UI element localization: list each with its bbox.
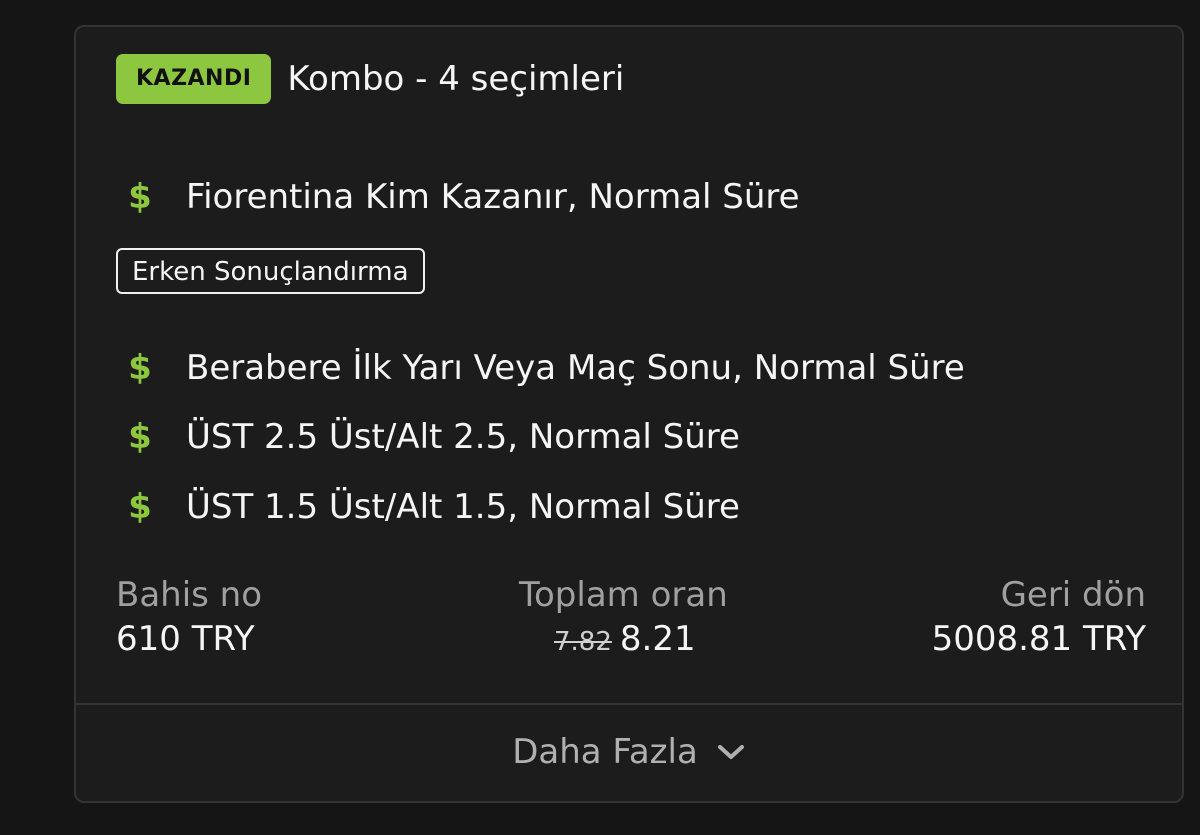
status-badge: KAZANDI [116, 54, 272, 104]
selection-item: $ ÜST 1.5 Üst/Alt 1.5, Normal Süre [126, 482, 740, 532]
new-odds: 8.21 [619, 619, 696, 659]
selection-label: ÜST 1.5 Üst/Alt 1.5, Normal Süre [186, 487, 740, 527]
bet-header: KAZANDI Kombo - 4 seçimleri [116, 54, 624, 104]
total-odds-value: 7.82 8.21 [554, 619, 696, 659]
more-label: Daha Fazla [512, 732, 698, 772]
dollar-icon: $ [128, 348, 152, 388]
stake-value: 610 TRY [116, 619, 255, 659]
selection-item: $ ÜST 2.5 Üst/Alt 2.5, Normal Süre [126, 412, 740, 462]
more-button[interactable]: Daha Fazla [76, 727, 1182, 777]
chevron-down-icon [717, 745, 744, 759]
dollar-icon: $ [128, 417, 152, 457]
early-settlement-tag: Erken Sonuçlandırma [116, 248, 425, 294]
divider [76, 703, 1182, 705]
stake-label: Bahis no [116, 575, 263, 615]
dollar-icon: $ [128, 177, 152, 217]
bet-card: KAZANDI Kombo - 4 seçimleri $ Fiorentina… [74, 25, 1184, 803]
old-odds: 7.82 [554, 627, 612, 657]
selection-label: Fiorentina Kim Kazanır, Normal Süre [186, 177, 800, 217]
selection-item: $ Fiorentina Kim Kazanır, Normal Süre [126, 172, 800, 222]
total-odds-label: Toplam oran [519, 575, 728, 615]
bet-title: Kombo - 4 seçimleri [287, 59, 625, 99]
return-label: Geri dön [1000, 575, 1146, 615]
dollar-icon: $ [128, 487, 152, 527]
selection-label: ÜST 2.5 Üst/Alt 2.5, Normal Süre [186, 417, 740, 457]
selection-item: $ Berabere İlk Yarı Veya Maç Sonu, Norma… [126, 343, 965, 393]
return-value: 5008.81 TRY [931, 619, 1146, 659]
selection-label: Berabere İlk Yarı Veya Maç Sonu, Normal … [186, 348, 965, 388]
